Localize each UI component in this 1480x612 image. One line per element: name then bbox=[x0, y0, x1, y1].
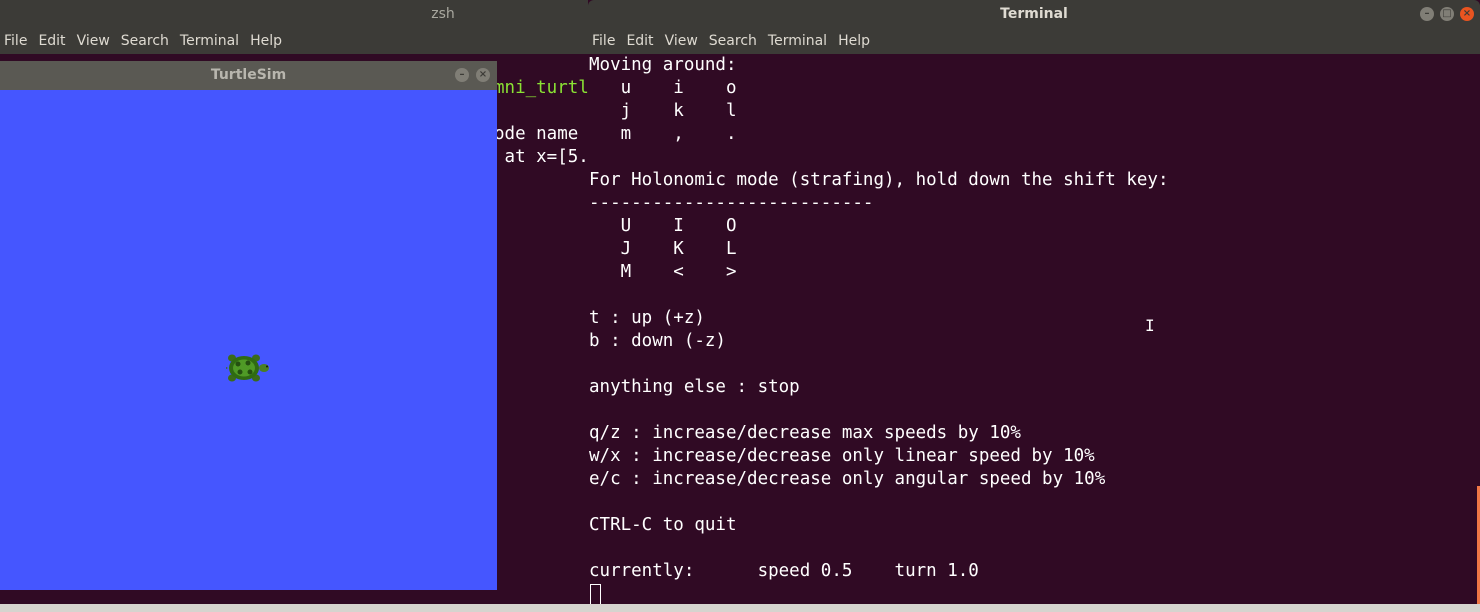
terminal-menu-edit[interactable]: Edit bbox=[622, 28, 660, 54]
zsh-title: zsh bbox=[431, 6, 455, 22]
zsh-menu-help[interactable]: Help bbox=[246, 28, 289, 54]
terminal-line: Moving around: bbox=[589, 55, 737, 75]
terminal-line: --------------------------- bbox=[589, 193, 874, 213]
zsh-menu-file[interactable]: File bbox=[0, 28, 34, 54]
zsh-output-line: at x=[5. bbox=[494, 147, 589, 167]
terminal-line: currently: speed 0.5 turn 1.0 bbox=[589, 561, 979, 581]
zsh-menu-view[interactable]: View bbox=[73, 28, 117, 54]
terminal-menu-terminal[interactable]: Terminal bbox=[764, 28, 834, 54]
terminal-line: e/c : increase/decrease only angular spe… bbox=[589, 469, 1106, 489]
terminal-line: t : up (+z) bbox=[589, 308, 705, 328]
minimize-icon[interactable]: – bbox=[1420, 7, 1434, 21]
terminal-menu-search[interactable]: Search bbox=[705, 28, 764, 54]
terminal-line: J K L bbox=[589, 239, 737, 259]
zsh-menu-terminal[interactable]: Terminal bbox=[176, 28, 246, 54]
zsh-menubar: File Edit View Search Terminal Help bbox=[0, 28, 600, 54]
close-icon[interactable]: × bbox=[1460, 7, 1474, 21]
terminal-line: u i o bbox=[589, 78, 737, 98]
terminal-window[interactable]: Terminal – □ × File Edit View Search Ter… bbox=[588, 0, 1480, 612]
turtlesim-titlebar[interactable]: TurtleSim – × bbox=[0, 61, 497, 90]
terminal-line: anything else : stop bbox=[589, 377, 800, 397]
terminal-line: j k l bbox=[589, 101, 737, 121]
bottom-strip bbox=[0, 604, 1480, 612]
zsh-output-line: mni_turtl bbox=[494, 78, 589, 98]
zsh-output-line: ode name bbox=[494, 124, 579, 144]
maximize-icon[interactable]: □ bbox=[1440, 7, 1454, 21]
close-icon[interactable]: × bbox=[476, 68, 490, 82]
terminal-line: m , . bbox=[589, 124, 737, 144]
terminal-line: b : down (-z) bbox=[589, 331, 726, 351]
turtle-icon bbox=[226, 354, 269, 382]
terminal-body[interactable]: Moving around: u i o j k l m , . For Holo… bbox=[588, 54, 1480, 612]
terminal-menubar: File Edit View Search Terminal Help bbox=[588, 28, 1480, 54]
terminal-cursor bbox=[590, 584, 601, 606]
terminal-line: CTRL-C to quit bbox=[589, 515, 737, 535]
terminal-line: For Holonomic mode (strafing), hold down… bbox=[589, 170, 1169, 190]
turtlesim-title: TurtleSim bbox=[210, 67, 287, 83]
terminal-titlebar[interactable]: Terminal – □ × bbox=[588, 0, 1480, 28]
terminal-menu-file[interactable]: File bbox=[588, 28, 622, 54]
terminal-output: Moving around: u i o j k l m , . For Holo… bbox=[589, 54, 1168, 583]
terminal-line: q/z : increase/decrease max speeds by 10… bbox=[589, 423, 1021, 443]
turtlesim-window[interactable]: TurtleSim – × bbox=[0, 61, 497, 590]
terminal-menu-view[interactable]: View bbox=[661, 28, 705, 54]
terminal-line: M < > bbox=[589, 262, 737, 282]
terminal-title: Terminal bbox=[1000, 6, 1068, 22]
zsh-menu-edit[interactable]: Edit bbox=[34, 28, 72, 54]
zsh-titlebar[interactable]: zsh bbox=[0, 0, 600, 28]
zsh-menu-search[interactable]: Search bbox=[117, 28, 176, 54]
text-cursor-icon: I bbox=[1145, 316, 1155, 335]
minimize-icon[interactable]: – bbox=[455, 68, 469, 82]
terminal-line: w/x : increase/decrease only linear spee… bbox=[589, 446, 1095, 466]
terminal-menu-help[interactable]: Help bbox=[834, 28, 877, 54]
terminal-line: U I O bbox=[589, 216, 737, 236]
turtlesim-canvas[interactable] bbox=[0, 90, 497, 590]
